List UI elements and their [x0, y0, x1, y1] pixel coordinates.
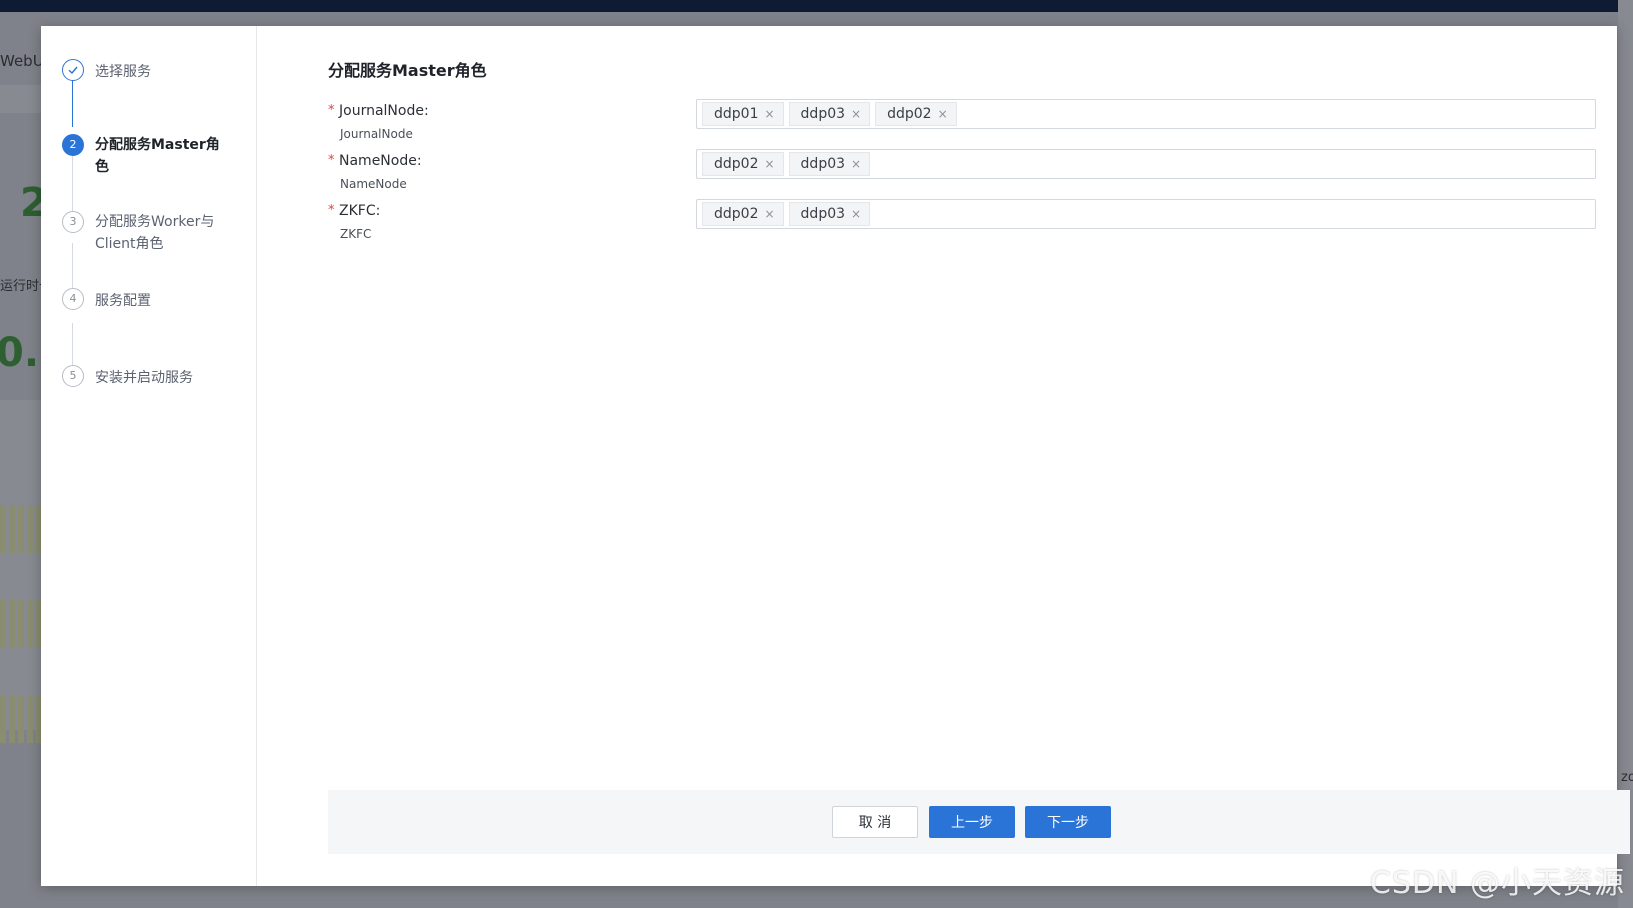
close-icon[interactable]: × — [851, 107, 861, 121]
step-label: 分配服务Master角色 — [95, 137, 220, 175]
page-title: 分配服务Master角色 — [328, 61, 487, 80]
host-tag: ddp02 × — [875, 102, 957, 126]
field-journalnode: * JournalNode: JournalNode ddp01 × ddp03 ×… — [328, 99, 1596, 149]
close-icon[interactable]: × — [851, 207, 861, 221]
background-side-text: zo — [1621, 770, 1633, 785]
tag-label: ddp02 — [714, 206, 759, 222]
required-mark: * — [328, 203, 335, 218]
background-card — [0, 400, 45, 730]
tag-label: ddp03 — [800, 156, 846, 172]
field-label: NameNode: — [339, 153, 422, 169]
service-wizard-modal: 选择服务 2 分配服务Master角色 3 分配服务Worker与Client角… — [41, 26, 1630, 886]
field-sublabel: NameNode — [340, 177, 407, 191]
step-number: 4 — [62, 288, 84, 310]
host-tag: ddp03 × — [788, 102, 871, 126]
step-label: 分配服务Worker与Client角色 — [95, 214, 215, 252]
wizard-steps: 选择服务 2 分配服务Master角色 3 分配服务Worker与Client角… — [41, 26, 257, 886]
host-tag: ddp03 × — [788, 152, 871, 176]
host-tag: ddp02 × — [702, 202, 784, 226]
required-mark: * — [328, 103, 335, 118]
background-card — [0, 85, 45, 113]
step-number: 2 — [62, 134, 84, 156]
background-bars — [0, 695, 42, 743]
field-label: JournalNode: — [339, 103, 429, 119]
tag-label: ddp02 — [887, 106, 932, 122]
tag-label: ddp02 — [714, 156, 759, 172]
field-namenode: * NameNode: NameNode ddp02 × ddp03 × — [328, 149, 1596, 199]
tag-label: ddp03 — [800, 206, 846, 222]
background-top-bar — [0, 0, 1633, 12]
watermark: CSDN @小天资源 — [1369, 866, 1625, 901]
host-tag: ddp02 × — [702, 152, 784, 176]
wizard-content: 分配服务Master角色 * JournalNode: JournalNode … — [287, 26, 1630, 886]
background-bars — [0, 600, 42, 648]
namenode-host-select[interactable]: ddp02 × ddp03 × — [696, 149, 1596, 179]
required-mark: * — [328, 153, 335, 168]
step-label: 安装并启动服务 — [95, 370, 193, 386]
next-step-button[interactable]: 下一步 — [1025, 806, 1111, 838]
wizard-footer: 取 消 上一步 下一步 — [328, 790, 1630, 854]
cancel-button[interactable]: 取 消 — [832, 806, 918, 838]
step-number: 5 — [62, 365, 84, 387]
field-sublabel: ZKFC — [340, 227, 372, 241]
tag-label: ddp01 — [714, 106, 759, 122]
field-zkfc: * ZKFC: ZKFC ddp02 × ddp03 × — [328, 199, 1596, 249]
close-icon[interactable]: × — [764, 207, 774, 221]
step-number: 3 — [62, 211, 84, 233]
step-connector — [72, 151, 73, 219]
field-sublabel: JournalNode — [340, 127, 413, 141]
host-tag: ddp03 × — [788, 202, 871, 226]
journalnode-host-select[interactable]: ddp01 × ddp03 × ddp02 × — [696, 99, 1596, 129]
close-icon[interactable]: × — [764, 157, 774, 171]
step-label: 选择服务 — [95, 64, 151, 80]
tag-label: ddp03 — [800, 106, 846, 122]
close-icon[interactable]: × — [851, 157, 861, 171]
close-icon[interactable]: × — [938, 107, 948, 121]
check-icon — [62, 59, 84, 81]
step-label: 服务配置 — [95, 293, 151, 309]
field-label: ZKFC: — [339, 203, 381, 219]
background-bars — [0, 505, 42, 553]
close-icon[interactable]: × — [764, 107, 774, 121]
zkfc-host-select[interactable]: ddp02 × ddp03 × — [696, 199, 1596, 229]
host-tag: ddp01 × — [702, 102, 784, 126]
previous-step-button[interactable]: 上一步 — [929, 806, 1015, 838]
